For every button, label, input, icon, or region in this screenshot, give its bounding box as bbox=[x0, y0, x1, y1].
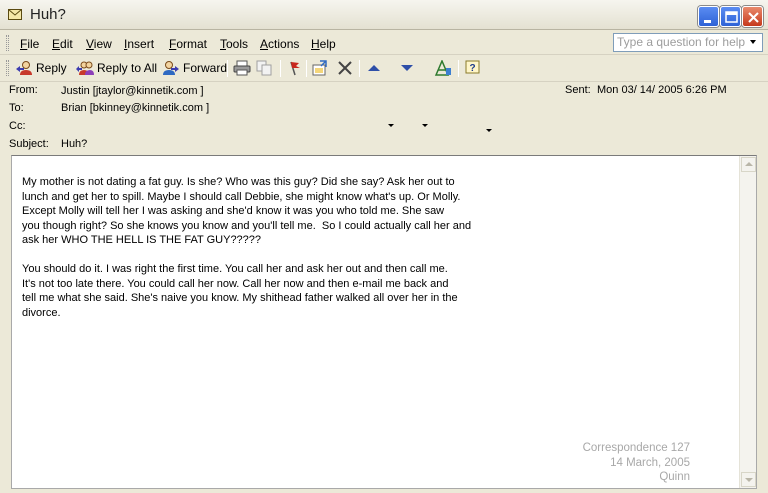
copy-icon bbox=[256, 60, 272, 76]
minimize-icon bbox=[704, 20, 711, 23]
move-to-folder-icon bbox=[312, 60, 327, 76]
help-dropdown-icon[interactable] bbox=[486, 129, 492, 132]
from-value[interactable]: Justin [jtaylor@kinnetik.com ] bbox=[61, 85, 204, 97]
toolbar: Reply Reply to All Forward ? bbox=[0, 56, 768, 132]
toolbar-separator bbox=[458, 60, 459, 77]
address-book-button[interactable] bbox=[434, 57, 452, 79]
follow-up-flag-button[interactable] bbox=[286, 57, 302, 79]
arrow-up-icon bbox=[745, 162, 753, 166]
sent-label: Sent: bbox=[565, 84, 591, 96]
previous-item-icon bbox=[368, 65, 380, 71]
forward-icon bbox=[163, 61, 179, 75]
minimize-button[interactable] bbox=[698, 6, 719, 27]
window-title: Huh? bbox=[30, 6, 66, 23]
menu-edit[interactable]: Edit bbox=[52, 37, 73, 51]
reply-all-icon bbox=[76, 61, 94, 75]
toolbar-separator bbox=[227, 60, 228, 77]
help-button[interactable]: ? bbox=[465, 57, 481, 79]
arrow-down-icon bbox=[745, 478, 753, 482]
menu-file[interactable]: File bbox=[20, 37, 39, 51]
message-text: My mother is not dating a fat guy. Is sh… bbox=[22, 175, 542, 335]
toolbar-grip[interactable] bbox=[6, 60, 9, 76]
delete-x-icon bbox=[338, 61, 352, 75]
correspondence-caption: Correspondence 127 14 March, 2005 Quinn bbox=[583, 441, 690, 485]
cc-label: Cc: bbox=[9, 120, 26, 132]
flag-icon bbox=[290, 61, 300, 76]
ask-question-input[interactable]: Type a question for help bbox=[613, 33, 763, 52]
from-label: From: bbox=[9, 84, 38, 96]
printer-icon bbox=[233, 60, 251, 76]
reply-to-all-label: Reply to All bbox=[97, 61, 158, 75]
caption-line: Quinn bbox=[659, 471, 690, 483]
help-icon: ? bbox=[465, 60, 480, 74]
sent-value: Mon 03/ 14/ 2005 6:26 PM bbox=[597, 84, 727, 96]
subject-label: Subject: bbox=[9, 138, 49, 150]
move-to-folder-button[interactable] bbox=[312, 57, 330, 79]
menu-actions[interactable]: Actions bbox=[260, 37, 299, 51]
close-button[interactable] bbox=[742, 6, 763, 27]
caption-line: Correspondence 127 bbox=[582, 442, 690, 454]
close-icon bbox=[748, 12, 759, 23]
to-value[interactable]: Brian [bkinney@kinnetik.com ] bbox=[61, 102, 209, 114]
ask-question-dropdown-icon[interactable] bbox=[750, 40, 756, 44]
toolbar-separator bbox=[359, 60, 360, 77]
delete-button[interactable] bbox=[337, 57, 353, 79]
to-label: To: bbox=[9, 102, 24, 114]
next-item-dropdown-icon[interactable] bbox=[422, 124, 428, 127]
reply-button[interactable]: Reply bbox=[15, 57, 67, 79]
address-book-icon bbox=[434, 60, 451, 76]
maximize-button[interactable] bbox=[720, 6, 741, 27]
menu-tools[interactable]: Tools bbox=[220, 37, 248, 51]
scroll-up-button[interactable] bbox=[741, 157, 756, 172]
vertical-scrollbar[interactable] bbox=[739, 156, 756, 488]
message-paragraph: You should do it. I was right the first … bbox=[22, 263, 458, 319]
print-button[interactable] bbox=[233, 57, 251, 79]
toolbar-separator bbox=[306, 60, 307, 77]
reply-icon bbox=[16, 61, 32, 75]
subject-value: Huh? bbox=[61, 138, 88, 150]
envelope-icon bbox=[8, 9, 22, 20]
previous-item-dropdown-icon[interactable] bbox=[388, 124, 394, 127]
forward-button[interactable]: Forward bbox=[162, 57, 227, 79]
menu-view[interactable]: View bbox=[86, 37, 112, 51]
next-item-icon bbox=[401, 65, 413, 71]
menu-grip[interactable] bbox=[6, 35, 9, 51]
message-body[interactable]: My mother is not dating a fat guy. Is sh… bbox=[11, 155, 757, 489]
reply-to-all-button[interactable]: Reply to All bbox=[76, 57, 157, 79]
menu-insert[interactable]: Insert bbox=[124, 37, 154, 51]
maximize-icon bbox=[725, 11, 738, 23]
menu-format[interactable]: Format bbox=[169, 37, 207, 51]
copy-button[interactable] bbox=[256, 57, 274, 79]
svg-text:?: ? bbox=[470, 63, 476, 74]
scroll-down-button[interactable] bbox=[741, 472, 756, 487]
title-bar: Huh? bbox=[0, 0, 768, 30]
menu-help[interactable]: Help bbox=[311, 37, 336, 51]
forward-label: Forward bbox=[183, 61, 228, 75]
message-paragraph: My mother is not dating a fat guy. Is sh… bbox=[22, 176, 472, 246]
reply-label: Reply bbox=[36, 61, 67, 75]
caption-line: 14 March, 2005 bbox=[610, 456, 690, 469]
next-item-button[interactable] bbox=[399, 57, 415, 79]
toolbar-separator bbox=[280, 60, 281, 77]
previous-item-button[interactable] bbox=[366, 57, 382, 79]
